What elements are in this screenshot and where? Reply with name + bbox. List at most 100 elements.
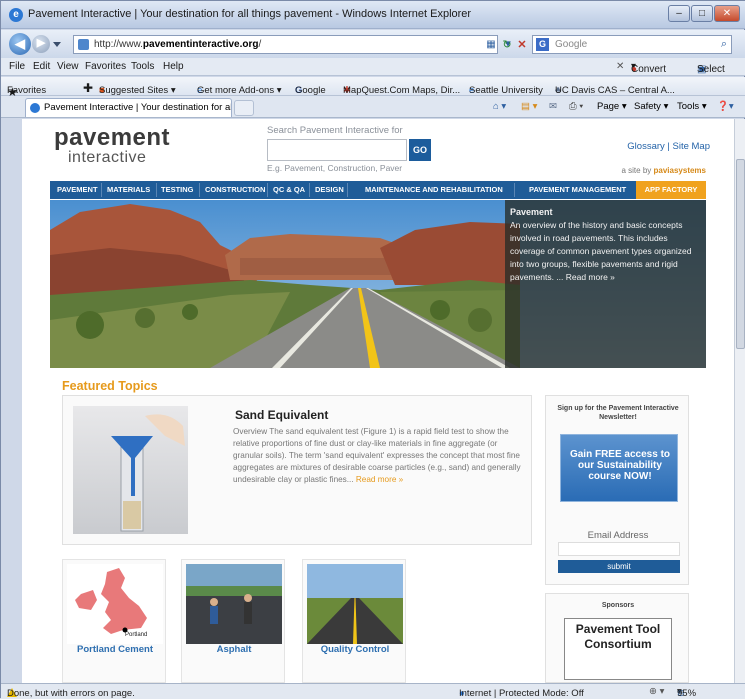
site-by: a site by paviasystems — [621, 166, 706, 175]
site-search-input[interactable] — [267, 139, 407, 161]
card-label[interactable]: Quality Control — [303, 644, 407, 655]
back-button[interactable]: ◀ — [9, 33, 31, 55]
asphalt-image — [186, 564, 282, 644]
feature-title[interactable]: Sand Equivalent — [235, 408, 328, 422]
sand-equivalent-image[interactable] — [73, 406, 188, 534]
tab-pavement-interactive[interactable]: Pavement Interactive | Your destination … — [25, 98, 232, 117]
stop-icon[interactable]: ✕ — [514, 37, 530, 53]
sponsor-logo[interactable]: Pavement Tool Consortium — [564, 618, 672, 680]
nav-construction[interactable]: CONSTRUCTION — [205, 185, 265, 194]
glossary-sitemap-links[interactable]: Glossary | Site Map — [627, 141, 710, 152]
add-favorite-icon[interactable]: ✚ — [83, 81, 93, 95]
home-icon[interactable]: ⌂ ▾ — [493, 101, 506, 112]
page-content: pavement interactive Search Pavement Int… — [22, 119, 734, 683]
sustainability-ad[interactable]: Gain FREE access to our Sustainability c… — [560, 434, 678, 502]
zone-text: Internet | Protected Mode: Off — [459, 688, 584, 699]
search-hint: E.g. Pavement, Construction, Paver — [267, 163, 403, 173]
compat-view-icon[interactable]: ▦ — [483, 37, 499, 53]
mail-icon[interactable]: ✉ — [549, 101, 557, 112]
nav-separator — [347, 183, 348, 197]
main-nav: PAVEMENT MATERIALS TESTING CONSTRUCTION … — [50, 181, 706, 199]
status-text: Done, but with errors on page. — [7, 688, 135, 699]
card-label[interactable]: Asphalt — [182, 644, 286, 655]
tab-favicon — [30, 103, 40, 113]
menu-view[interactable]: View — [57, 61, 79, 72]
menu-help[interactable]: Help — [163, 61, 184, 72]
menu-bar: File Edit View Favorites Tools Help ✕ ● … — [1, 58, 745, 76]
go-button[interactable]: GO — [409, 139, 431, 161]
google-icon: G — [536, 38, 549, 51]
minimize-button[interactable]: – — [668, 5, 690, 22]
nav-pavement[interactable]: PAVEMENT — [57, 185, 98, 194]
nav-separator — [101, 183, 102, 197]
close-toolbar-icon[interactable]: ✕ — [616, 61, 624, 72]
nav-separator — [199, 183, 200, 197]
featured-topics-heading: Featured Topics — [62, 379, 158, 393]
feature-text: Overview The sand equivalent test (Figur… — [233, 426, 523, 486]
feeds-icon[interactable]: ▤ ▾ — [521, 101, 537, 112]
address-bar[interactable]: http://www.pavementinteractive.org/ — [73, 35, 498, 54]
topic-card-quality-control[interactable]: Quality Control — [302, 559, 406, 683]
close-window-button[interactable]: ✕ — [714, 5, 740, 22]
feature-read-more-link[interactable]: Read more » — [356, 475, 403, 484]
hero-heading[interactable]: Pavement — [510, 206, 701, 219]
safety-menu[interactable]: Safety ▾ — [634, 101, 668, 112]
menu-edit[interactable]: Edit — [33, 61, 50, 72]
nav-materials[interactable]: MATERIALS — [107, 185, 150, 194]
nav-separator — [156, 183, 157, 197]
hero-banner[interactable]: Pavement An overview of the history and … — [50, 200, 706, 368]
email-label: Email Address — [587, 530, 649, 541]
browser-window: e Pavement Interactive | Your destinatio… — [0, 0, 745, 699]
print-icon[interactable]: ⎙ ▾ — [569, 101, 583, 112]
search-box[interactable]: G Google ⌕ — [532, 35, 732, 54]
featured-topic-card: Sand Equivalent Overview The sand equiva… — [62, 395, 532, 545]
nav-separator — [267, 183, 268, 197]
tools-menu[interactable]: Tools ▾ — [677, 101, 707, 112]
protected-mode-icon[interactable]: ⊕ ▾ — [649, 686, 664, 697]
quality-control-image — [307, 564, 403, 644]
hero-text: An overview of the history and basic con… — [510, 220, 692, 282]
search-icon[interactable]: ⌕ — [721, 36, 727, 53]
nav-testing[interactable]: TESTING — [161, 185, 194, 194]
ad-text: Gain FREE access to our Sustainability c… — [569, 449, 671, 482]
email-field[interactable] — [558, 542, 680, 556]
ie-logo-icon: e — [9, 8, 23, 22]
site-logo[interactable]: pavement — [54, 124, 170, 152]
nav-app-factory[interactable]: APP FACTORY — [636, 181, 706, 199]
card-label[interactable]: Portland Cement — [63, 644, 167, 655]
site-by-brand[interactable]: paviasystems — [654, 166, 706, 175]
history-dropdown-icon[interactable] — [53, 42, 61, 47]
favorites-bar: ★ Favorites ✚ ■ Suggested Sites ▾ e Get … — [1, 77, 745, 99]
topic-card-asphalt[interactable]: Asphalt — [181, 559, 285, 683]
help-icon[interactable]: ❓▾ — [717, 101, 734, 112]
map-label: Portland — [125, 632, 148, 638]
status-bar: Done, but with errors on page. ● Interne… — [1, 683, 745, 699]
topic-card-portland-cement[interactable]: Portland Portland Cement — [62, 559, 166, 683]
nav-design[interactable]: DESIGN — [315, 185, 344, 194]
favorite-label: MapQuest.Com Maps, Dir... — [343, 85, 461, 96]
nav-qc-qa[interactable]: QC & QA — [273, 185, 305, 194]
convert-button[interactable]: ● Convert ▾ — [631, 61, 666, 75]
url-prefix: http://www. — [94, 39, 143, 50]
nav-pavement-management[interactable]: PAVEMENT MANAGEMENT — [529, 185, 626, 194]
menu-favorites[interactable]: Favorites — [85, 61, 126, 72]
zoom-control[interactable]: ⊕ 95% ▾ — [677, 686, 696, 699]
new-tab-button[interactable] — [234, 100, 254, 116]
site-by-label: a site by — [621, 166, 652, 175]
window-title: Pavement Interactive | Your destination … — [28, 8, 472, 20]
site-logo-sub: interactive — [68, 149, 147, 166]
forward-button[interactable]: ▶ — [32, 35, 50, 53]
menu-tools[interactable]: Tools — [131, 61, 154, 72]
nav-separator — [309, 183, 310, 197]
nav-maintenance[interactable]: MAINTENANCE AND REHABILITATION — [365, 185, 503, 194]
maximize-button[interactable]: □ — [691, 5, 713, 22]
vertical-scrollbar[interactable] — [734, 119, 745, 683]
favorite-label: UC Davis CAS – Central A... — [555, 85, 675, 96]
page-menu[interactable]: Page ▾ — [597, 101, 627, 112]
scrollbar-thumb[interactable] — [736, 159, 745, 349]
menu-file[interactable]: File — [9, 61, 25, 72]
convert-label: Convert — [631, 64, 667, 75]
submit-button[interactable]: submit — [558, 560, 680, 573]
refresh-icon[interactable]: ↻ — [499, 37, 515, 53]
nav-separator — [514, 183, 515, 197]
